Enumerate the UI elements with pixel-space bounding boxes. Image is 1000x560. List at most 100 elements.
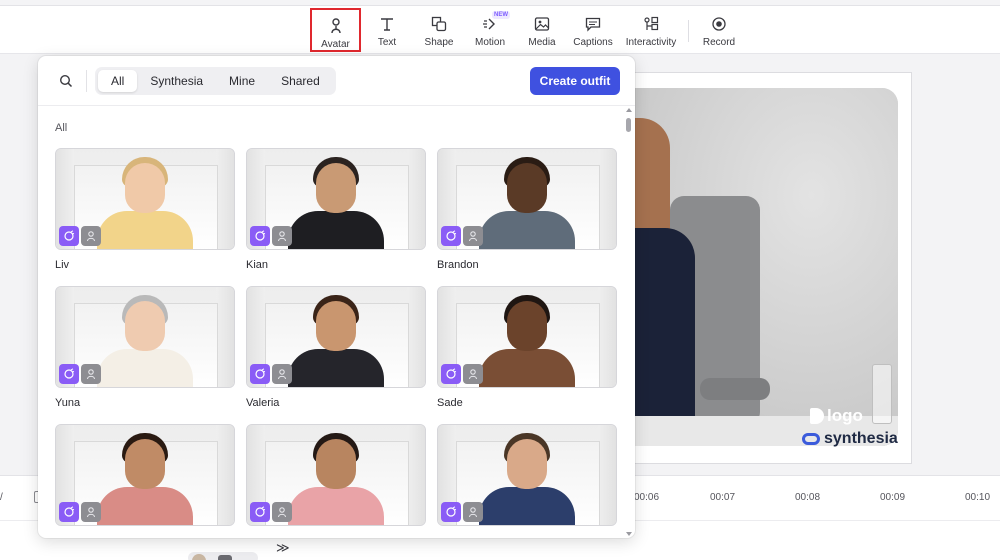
shape-tool-button[interactable]: Shape (418, 8, 460, 52)
avatar-thumbnail[interactable] (437, 286, 617, 388)
panel-scrollbar[interactable] (625, 106, 633, 538)
expressive-avatar-icon (441, 364, 461, 384)
custom-avatar-icon (81, 226, 101, 246)
media-icon (532, 14, 552, 34)
avatar-thumbnail[interactable] (246, 286, 426, 388)
section-label: All (55, 122, 68, 134)
thumb-room-wall (216, 287, 234, 387)
avatar-figure-body (479, 211, 575, 249)
thumb-room-wall (598, 425, 616, 525)
avatar-badges (59, 226, 101, 246)
text-tool-label: Text (377, 37, 397, 48)
shape-tool-label: Shape (424, 37, 454, 48)
custom-avatar-icon (463, 364, 483, 384)
avatar-figure-head (507, 301, 547, 351)
motion-tool-label: Motion (474, 37, 505, 48)
custom-avatar-icon (463, 226, 483, 246)
motion-tool-button[interactable]: NEW Motion (470, 8, 510, 52)
interactivity-icon (641, 14, 661, 34)
avatar-name: Sade (437, 397, 463, 409)
custom-avatar-icon (272, 502, 292, 522)
insert-toolbar: Avatar Text Shape NEW Motion Media Capti… (0, 6, 1000, 54)
timeline-tick: 00:06 (634, 492, 660, 503)
expressive-avatar-icon (441, 502, 461, 522)
timeline-marker: / (0, 492, 3, 503)
record-tool-button[interactable]: Record (700, 8, 738, 52)
scene-layout-icon (218, 555, 232, 560)
filter-tab-all[interactable]: All (98, 70, 138, 92)
search-button[interactable] (55, 70, 77, 92)
filter-tab-shared[interactable]: Shared (268, 70, 333, 92)
avatar-thumbnail[interactable] (437, 148, 617, 250)
avatar-figure (90, 287, 200, 387)
avatar-tool-label: Avatar (321, 39, 350, 50)
thumb-room-wall (598, 287, 616, 387)
avatar-tool-button[interactable]: Avatar (310, 8, 361, 52)
media-tool-label: Media (528, 37, 556, 48)
avatar-figure-head (125, 301, 165, 351)
custom-avatar-icon (272, 364, 292, 384)
expressive-avatar-icon (250, 364, 270, 384)
avatar-thumbnail[interactable] (55, 286, 235, 388)
avatar-name: Kian (246, 259, 269, 271)
avatar-card[interactable]: Sade (437, 286, 617, 409)
timeline-tick: 00:08 (795, 492, 821, 503)
avatar-thumbnail[interactable] (437, 424, 617, 526)
expressive-avatar-icon (59, 502, 79, 522)
avatar-figure (90, 149, 200, 249)
avatar-figure (472, 425, 582, 525)
thumb-room-wall (598, 149, 616, 249)
avatar-card[interactable]: Kian (246, 148, 426, 271)
avatar-card[interactable]: Yuna (55, 286, 235, 409)
search-icon (59, 74, 73, 88)
custom-avatar-icon (463, 502, 483, 522)
avatar-figure (472, 287, 582, 387)
captions-icon (583, 14, 603, 34)
watermark-brand: synthesia (802, 430, 898, 448)
avatar-badges (250, 502, 292, 522)
media-tool-button[interactable]: Media (522, 8, 562, 52)
avatar-badges (441, 502, 483, 522)
header-separator (86, 70, 87, 92)
avatar-card[interactable] (246, 424, 426, 535)
captions-tool-button[interactable]: Captions (570, 8, 616, 52)
background-photo[interactable] (610, 88, 898, 446)
scroll-down-icon[interactable] (626, 532, 632, 536)
avatar-thumbnail[interactable] (246, 148, 426, 250)
avatar-badges (59, 502, 101, 522)
avatar-card[interactable] (437, 424, 617, 535)
custom-avatar-icon (272, 226, 292, 246)
avatar-thumbnail[interactable] (55, 148, 235, 250)
avatar-badges (441, 226, 483, 246)
avatar-card[interactable]: Liv (55, 148, 235, 271)
thumb-room-wall (407, 287, 425, 387)
avatar-name: Yuna (55, 397, 81, 409)
scroll-thumb[interactable] (626, 118, 631, 132)
avatar-name: Liv (55, 259, 70, 271)
avatar-card[interactable]: Valeria (246, 286, 426, 409)
avatar-card[interactable] (55, 424, 235, 535)
toolbar-divider (688, 20, 689, 42)
filter-tab-mine[interactable]: Mine (216, 70, 268, 92)
captions-tool-label: Captions (573, 37, 613, 48)
filter-tab-synthesia[interactable]: Synthesia (137, 70, 216, 92)
timeline-scene-chip[interactable] (188, 552, 258, 560)
timeline-transition-icon[interactable]: ≫ (276, 540, 290, 556)
avatar-card[interactable]: Brandon (437, 148, 617, 271)
thumb-room-wall (407, 425, 425, 525)
interactivity-tool-button[interactable]: Interactivity (622, 8, 680, 52)
shape-icon (429, 14, 449, 34)
avatar-panel: All Synthesia Mine Shared Create outfit … (38, 56, 635, 538)
create-outfit-button[interactable]: Create outfit (530, 67, 620, 95)
scroll-up-icon[interactable] (626, 108, 632, 112)
scene-avatar-thumb (192, 554, 206, 560)
avatar-figure-body (288, 211, 384, 249)
avatar-thumbnail[interactable] (246, 424, 426, 526)
avatar-figure (90, 425, 200, 525)
avatar-figure (472, 149, 582, 249)
avatar-figure-body (97, 349, 193, 387)
custom-avatar-icon (81, 364, 101, 384)
avatar-thumbnail[interactable] (55, 424, 235, 526)
text-tool-button[interactable]: Text (367, 8, 407, 52)
interactivity-tool-label: Interactivity (625, 37, 677, 48)
